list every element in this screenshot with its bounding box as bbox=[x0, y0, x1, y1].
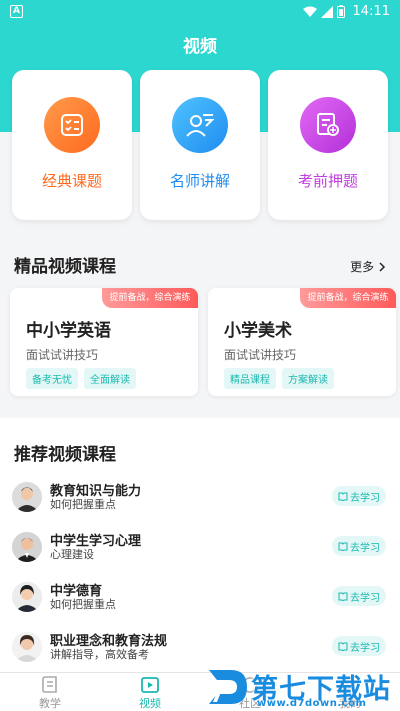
chevron-right-icon bbox=[379, 262, 386, 272]
study-button[interactable]: 去学习 bbox=[332, 486, 386, 506]
book-open-icon bbox=[338, 492, 348, 501]
feature-label: 名师讲解 bbox=[169, 172, 230, 190]
status-bar: A 14:11 bbox=[0, 0, 400, 24]
page-title: 视频 bbox=[183, 37, 217, 57]
premium-section-title: 精品视频课程 bbox=[14, 257, 116, 277]
d7-logo-icon bbox=[209, 669, 247, 704]
feature-label: 经典课题 bbox=[41, 172, 102, 190]
avatar bbox=[12, 632, 42, 662]
feature-exam-predict[interactable]: 考前押题 bbox=[268, 70, 388, 220]
study-button-label: 去学习 bbox=[350, 542, 380, 554]
premium-course-card[interactable]: 提前备战，综合演练 中小学英语 面试试讲技巧 备考无忧 全面解读 bbox=[10, 288, 198, 396]
notification-icon: A bbox=[10, 5, 23, 18]
study-button[interactable]: 去学习 bbox=[332, 636, 386, 656]
avatar bbox=[12, 582, 42, 612]
promo-ribbon: 提前备战，综合演练 bbox=[300, 288, 396, 308]
signal-icon bbox=[320, 5, 333, 18]
book-open-icon bbox=[338, 642, 348, 651]
battery-icon bbox=[336, 5, 345, 18]
more-label: 更多 bbox=[350, 260, 375, 274]
course-tag: 精品课程 bbox=[224, 368, 276, 389]
feature-teacher-explain[interactable]: 名师讲解 bbox=[140, 70, 260, 220]
recommended-section-title: 推荐视频课程 bbox=[14, 445, 116, 465]
book-open-icon bbox=[338, 542, 348, 551]
book-open-icon bbox=[338, 592, 348, 601]
nav-label: 教学 bbox=[39, 697, 61, 710]
course-subtitle: 心理建设 bbox=[50, 548, 94, 561]
status-time: 14:11 bbox=[352, 4, 390, 19]
avatar bbox=[12, 482, 42, 512]
course-tag: 备考无忧 bbox=[26, 368, 78, 389]
nav-label: 视频 bbox=[139, 697, 161, 710]
list-item[interactable]: 中学生学习心理 心理建设 去学习 bbox=[0, 530, 400, 580]
list-item[interactable]: 教育知识与能力 如何把握重点 去学习 bbox=[0, 480, 400, 530]
promo-ribbon: 提前备战，综合演练 bbox=[102, 288, 198, 308]
study-button[interactable]: 去学习 bbox=[332, 586, 386, 606]
nav-tab-teaching[interactable]: 教学 bbox=[10, 675, 90, 711]
course-subtitle: 面试试讲技巧 bbox=[26, 348, 99, 362]
exam-target-icon bbox=[300, 97, 356, 153]
watermark: 第七下载站 www.d7down.com bbox=[205, 662, 400, 711]
wifi-icon bbox=[302, 6, 317, 17]
watermark-url: www.d7down.com bbox=[257, 698, 367, 709]
course-tag: 全面解读 bbox=[84, 368, 136, 389]
study-button[interactable]: 去学习 bbox=[332, 536, 386, 556]
more-link[interactable]: 更多 bbox=[350, 258, 386, 275]
nav-tab-video[interactable]: 视频 bbox=[110, 675, 190, 711]
study-button-label: 去学习 bbox=[350, 592, 380, 604]
study-button-label: 去学习 bbox=[350, 642, 380, 654]
feature-label: 考前押题 bbox=[297, 172, 358, 190]
premium-course-card[interactable]: 提前备战，综合演练 小学美术 面试试讲技巧 精品课程 方案解读 bbox=[208, 288, 396, 396]
course-tag: 方案解读 bbox=[282, 368, 334, 389]
course-title: 小学美术 bbox=[224, 321, 292, 341]
course-subtitle: 如何把握重点 bbox=[50, 598, 116, 611]
book-icon bbox=[42, 676, 57, 693]
avatar bbox=[12, 532, 42, 562]
study-button-label: 去学习 bbox=[350, 492, 380, 504]
course-subtitle: 如何把握重点 bbox=[50, 498, 116, 511]
teacher-icon bbox=[172, 97, 228, 153]
course-subtitle: 讲解指导，高效备考 bbox=[50, 648, 149, 661]
list-item[interactable]: 中学德育 如何把握重点 去学习 bbox=[0, 580, 400, 630]
course-title: 中小学英语 bbox=[26, 321, 111, 341]
video-play-icon bbox=[141, 677, 159, 693]
feature-classic-topics[interactable]: 经典课题 bbox=[12, 70, 132, 220]
course-subtitle: 面试试讲技巧 bbox=[224, 348, 297, 362]
checklist-icon bbox=[44, 97, 100, 153]
